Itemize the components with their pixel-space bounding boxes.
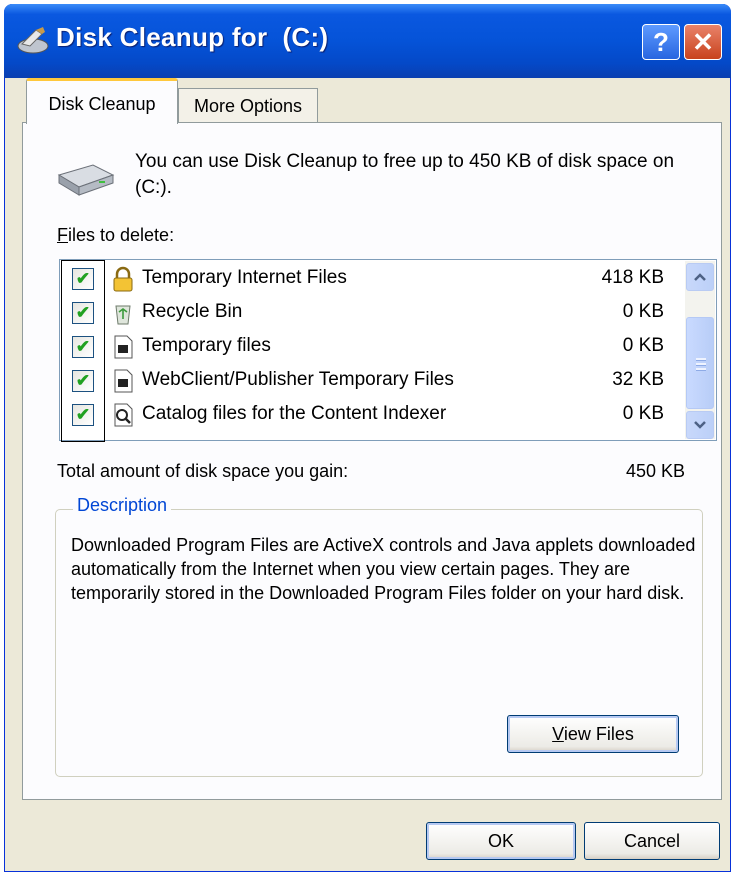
checkbox[interactable]: ✔: [72, 268, 94, 290]
recycle-bin-icon: [115, 305, 131, 325]
list-item-recycle-bin[interactable]: ✔ Recycle Bin 0 KB: [60, 298, 680, 330]
file-name: WebClient/Publisher Temporary Files: [142, 369, 454, 390]
description-text: Downloaded Program Files are ActiveX con…: [71, 535, 696, 603]
file-name: Catalog files for the Content Indexer: [142, 403, 447, 424]
cancel-button[interactable]: Cancel: [584, 822, 720, 860]
chevron-down-icon: [694, 421, 706, 429]
tab-disk-cleanup[interactable]: Disk Cleanup: [26, 78, 178, 124]
ok-button[interactable]: OK: [426, 822, 576, 860]
list-scrollbar[interactable]: [685, 261, 715, 439]
file-name: Temporary Internet Files: [142, 267, 347, 288]
file-name: Recycle Bin: [142, 301, 243, 322]
view-files-button[interactable]: View Files: [507, 715, 679, 753]
document-icon: [114, 335, 133, 359]
grip-icon: [696, 358, 706, 373]
window-title: Disk Cleanup for (C:): [56, 22, 329, 52]
file-size: 32 KB: [612, 369, 664, 390]
scroll-up-button[interactable]: [686, 263, 714, 291]
file-size: 418 KB: [601, 267, 664, 288]
search-document-icon: [114, 403, 133, 427]
scroll-thumb[interactable]: [686, 317, 714, 409]
file-size: 0 KB: [622, 403, 664, 424]
files-list[interactable]: ✔ Temporary Internet Files 418 KB ✔ Recy…: [59, 259, 717, 442]
hard-drive-icon: [57, 164, 115, 196]
list-item-webclient-publisher-temporary-files[interactable]: ✔ WebClient/Publisher Temporary Files 32…: [60, 366, 680, 398]
checkbox[interactable]: ✔: [72, 336, 94, 358]
document-icon: [114, 369, 133, 393]
file-size: 0 KB: [622, 301, 664, 322]
disk-cleanup-icon: [17, 27, 49, 54]
total-space-value: 450 KB: [625, 461, 685, 481]
title-bar[interactable]: Disk Cleanup for (C:) ? ✕: [4, 4, 731, 78]
close-button[interactable]: ✕: [684, 24, 722, 60]
disk-cleanup-window: Disk Cleanup for (C:) ? ✕ Disk Cleanup M…: [4, 4, 731, 872]
total-space-label: Total amount of disk space you gain:: [57, 461, 349, 481]
help-button[interactable]: ?: [642, 24, 680, 60]
description-legend: Description: [73, 495, 172, 516]
file-name: Temporary files: [142, 335, 271, 356]
tab-panel: You can use Disk Cleanup to free up to 4…: [22, 122, 722, 800]
checkbox[interactable]: ✔: [72, 404, 94, 426]
file-size: 0 KB: [622, 335, 664, 356]
intro-text: You can use Disk Cleanup to free up to 4…: [135, 151, 675, 198]
scroll-down-button[interactable]: [686, 411, 714, 439]
list-item-catalog-files[interactable]: ✔ Catalog files for the Content Indexer …: [60, 400, 680, 432]
files-to-delete-label: Files to delete:: [57, 225, 175, 245]
list-item-temporary-internet-files[interactable]: ✔ Temporary Internet Files 418 KB: [60, 264, 680, 296]
lock-icon: [113, 266, 133, 292]
list-item-temporary-files[interactable]: ✔ Temporary files 0 KB: [60, 332, 680, 364]
tab-more-options[interactable]: More Options: [178, 88, 318, 124]
checkbox[interactable]: ✔: [72, 302, 94, 324]
checkbox[interactable]: ✔: [72, 370, 94, 392]
chevron-up-icon: [694, 273, 706, 281]
